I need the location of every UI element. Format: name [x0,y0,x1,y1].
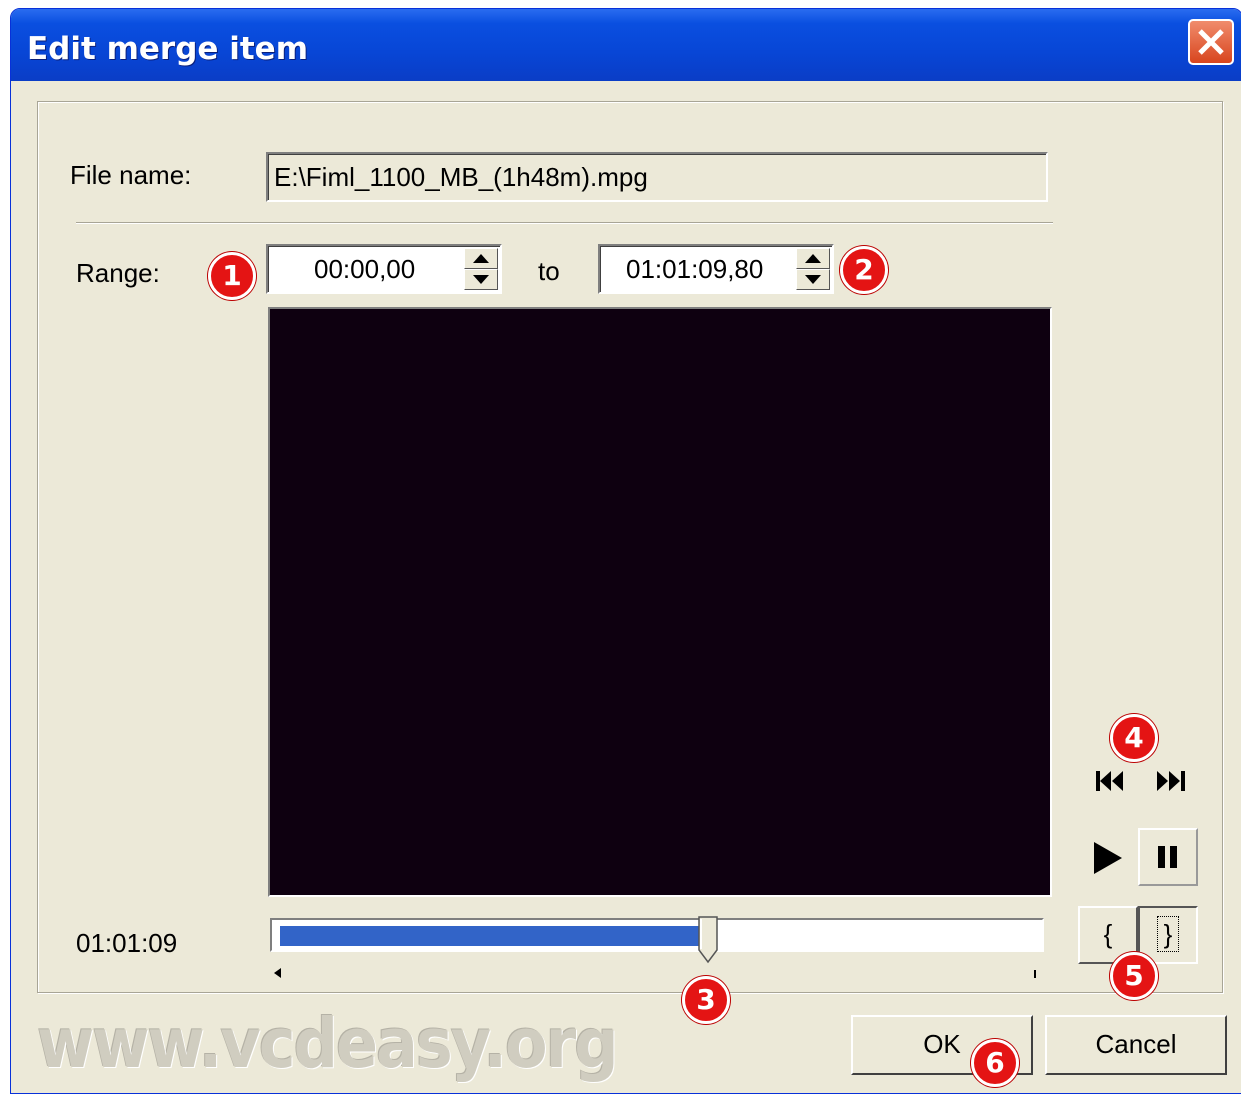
callout-badge-3: 3 [682,976,730,1024]
callout-badge-2: 2 [840,246,888,294]
range-label: Range: [76,258,160,288]
range-start-value: 00:00,00 [314,254,416,284]
file-name-value: E:\Fiml_1100_MB_(1h48m).mpg [274,162,648,192]
timeline-thumb[interactable] [698,916,718,964]
mark-out-label: } [1156,916,1180,952]
cancel-button[interactable]: Cancel [1045,1015,1227,1075]
callout-badge-5: 5 [1110,952,1158,1000]
callout-badge-1: 1 [208,252,256,300]
range-end-input[interactable]: 01:01:09,80 [598,244,834,294]
separator [76,222,1053,224]
skip-forward-icon[interactable] [1156,770,1186,792]
edit-group-box: File name: E:\Fiml_1100_MB_(1h48m).mpg R… [37,101,1223,1024]
close-icon [1198,29,1224,55]
range-start-spinner[interactable] [464,248,498,290]
callout-badge-6: 6 [971,1039,1019,1087]
close-button[interactable] [1188,19,1234,65]
range-end-value: 01:01:09,80 [626,254,764,284]
file-name-field: E:\Fiml_1100_MB_(1h48m).mpg [266,152,1048,202]
spin-down-arrow-icon[interactable] [796,269,830,290]
timeline-start-tick [274,968,281,978]
current-time: 01:01:09 [76,928,178,958]
range-start-input[interactable]: 00:00,00 [266,244,502,294]
pause-icon [1158,846,1177,868]
range-to-label: to [538,256,560,286]
file-name-label: File name: [70,160,192,190]
play-icon[interactable] [1092,840,1124,876]
pause-button[interactable] [1138,828,1198,886]
video-preview [268,307,1052,897]
timeline-slider[interactable] [270,916,1044,964]
spin-up-arrow-icon[interactable] [464,248,498,269]
range-end-spinner[interactable] [796,248,830,290]
edit-merge-item-window: Edit merge item File name: E:\Fiml_1100_… [10,8,1241,1094]
skip-back-icon[interactable] [1096,770,1126,792]
callout-badge-4: 4 [1110,714,1158,762]
watermark: www.vcdeasy.org [37,1003,619,1084]
window-title: Edit merge item [27,31,308,67]
spin-up-arrow-icon[interactable] [796,248,830,269]
title-bar[interactable]: Edit merge item [11,9,1241,81]
timeline-end-tick [1034,970,1036,978]
spin-down-arrow-icon[interactable] [464,269,498,290]
timeline-progress [280,926,702,946]
